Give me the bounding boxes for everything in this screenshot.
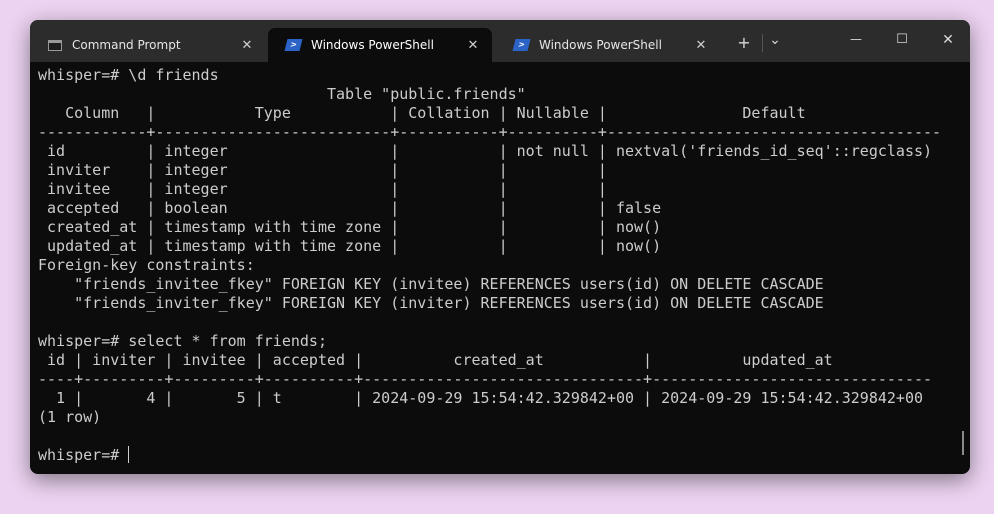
chevron-down-icon[interactable]: ⌄ — [764, 32, 786, 54]
tab-command-prompt[interactable]: Command Prompt ✕ — [30, 28, 266, 62]
terminal-line: created_at | timestamp with time zone | … — [38, 218, 662, 236]
tab-windows-powershell[interactable]: > Windows PowerShell ✕ — [496, 28, 720, 62]
tab-label: Windows PowerShell — [311, 38, 434, 52]
maximize-button[interactable]: ☐ — [888, 29, 916, 51]
tab-windows-powershell-active[interactable]: > Windows PowerShell ✕ — [268, 28, 492, 62]
terminal-line: ------------+--------------------------+… — [38, 123, 942, 141]
terminal-line: "friends_inviter_fkey" FOREIGN KEY (invi… — [38, 294, 824, 312]
terminal-line: "friends_invitee_fkey" FOREIGN KEY (invi… — [38, 275, 824, 293]
tab-bar: Command Prompt ✕ > Windows PowerShell ✕ … — [30, 20, 970, 62]
close-tab-icon[interactable]: ✕ — [692, 38, 710, 53]
new-tab-button[interactable]: + — [732, 32, 756, 54]
terminal-window: Command Prompt ✕ > Windows PowerShell ✕ … — [30, 20, 970, 474]
close-tab-icon[interactable]: ✕ — [238, 38, 256, 53]
terminal-line: Column | Type | Collation | Nullable | D… — [38, 104, 806, 122]
tab-label: Command Prompt — [72, 38, 181, 52]
powershell-icon: > — [284, 39, 303, 51]
terminal-line: id | inviter | invitee | accepted | crea… — [38, 351, 833, 369]
terminal-output[interactable]: whisper=# \d friends Table "public.frien… — [38, 66, 958, 468]
powershell-icon: > — [512, 39, 531, 51]
terminal-prompt: whisper=# — [38, 446, 129, 464]
terminal-line: id | integer | | not null | nextval('fri… — [38, 142, 933, 160]
terminal-line: Table "public.friends" — [38, 85, 526, 103]
text-cursor — [128, 446, 130, 463]
terminal-line: Foreign-key constraints: — [38, 256, 255, 274]
terminal-line: whisper=# select * from friends; — [38, 332, 327, 350]
terminal-line: (1 row) — [38, 408, 102, 426]
tab-divider — [762, 34, 763, 52]
close-tab-icon[interactable]: ✕ — [464, 38, 482, 53]
terminal-line: 1 | 4 | 5 | t | 2024-09-29 15:54:42.3298… — [38, 389, 924, 407]
scrollbar[interactable] — [962, 431, 964, 455]
cmd-icon — [48, 39, 62, 51]
tab-label: Windows PowerShell — [539, 38, 662, 52]
minimize-button[interactable]: — — [842, 28, 870, 50]
close-window-button[interactable]: ✕ — [934, 29, 962, 51]
terminal-line: whisper=# \d friends — [38, 66, 219, 84]
terminal-line: updated_at | timestamp with time zone | … — [38, 237, 662, 255]
terminal-line: accepted | boolean | | | false — [38, 199, 662, 217]
terminal-line: inviter | integer | | | — [38, 161, 607, 179]
terminal-line: ----+---------+---------+----------+----… — [38, 370, 933, 388]
terminal-line: invitee | integer | | | — [38, 180, 607, 198]
